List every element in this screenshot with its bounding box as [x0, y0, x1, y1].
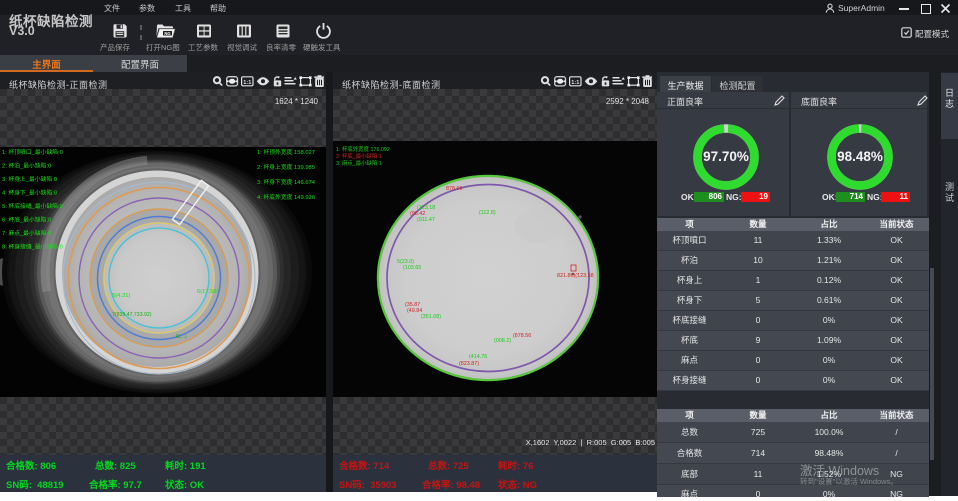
- svg-text:1:1: 1:1: [243, 80, 251, 86]
- svg-text:2: 杯底_最小缺陷 1: 2: 杯底_最小缺陷 1: [336, 152, 382, 160]
- svg-text:(414.76: (414.76: [469, 354, 487, 360]
- svg-text:(008.2): (008.2): [494, 338, 511, 344]
- svg-text:NG: NG: [164, 31, 170, 36]
- svg-text:3: 杯身上_最小缺陷:0: 3: 杯身上_最小缺陷:0: [2, 175, 57, 183]
- svg-text:1:1: 1:1: [571, 80, 579, 86]
- svg-text:1: 杯底外宽度 176.092: 1: 杯底外宽度 176.092: [336, 145, 390, 153]
- svg-text:(112.8): (112.8): [479, 210, 496, 216]
- svg-text:(351.08): (351.08): [421, 314, 441, 320]
- svg-text:7: 麻点_最小缺陷:0: 7: 麻点_最小缺陷:0: [2, 229, 51, 237]
- svg-text:3: 杯身下宽度 146.674: 3: 杯身下宽度 146.674: [257, 178, 316, 186]
- svg-text:(103.65: (103.65: [403, 265, 421, 271]
- svg-text:8(...): 8(...): [176, 334, 187, 340]
- svg-text:(49.84: (49.84: [407, 308, 422, 314]
- svg-text:2: 杯身上宽度 139.985: 2: 杯身上宽度 139.985: [257, 163, 315, 171]
- svg-text:(878.56: (878.56: [513, 333, 531, 339]
- svg-text:6: 杯底_最小缺陷:0: 6: 杯底_最小缺陷:0: [2, 216, 51, 224]
- svg-text:821.86)(123.58: 821.86)(123.58: [557, 273, 594, 279]
- svg-text:(823.87): (823.87): [459, 361, 479, 367]
- svg-text:5(4.31): 5(4.31): [112, 293, 130, 299]
- svg-text:2: 杯泊_最小缺陷:0: 2: 杯泊_最小缺陷:0: [2, 162, 51, 170]
- svg-text:(911.47: (911.47: [417, 217, 435, 223]
- svg-text:8: 杯身接缝_最小缺陷:0: 8: 杯身接缝_最小缺陷:0: [2, 243, 63, 251]
- svg-text:1: 杯顶外宽度 158.027: 1: 杯顶外宽度 158.027: [257, 148, 315, 156]
- svg-text:3: 麻点_最小缺陷 1: 3: 麻点_最小缺陷 1: [336, 159, 382, 167]
- svg-text:7(839.47,733.92): 7(839.47,733.92): [112, 312, 152, 318]
- svg-text:6(17.58): 6(17.58): [197, 289, 219, 295]
- svg-text:878.66: 878.66: [446, 186, 463, 192]
- svg-text:1: 杯顶噴口_最小缺陷:0: 1: 杯顶噴口_最小缺陷:0: [2, 148, 63, 156]
- svg-text:4: 杯底外宽度 149.926: 4: 杯底外宽度 149.926: [257, 193, 315, 201]
- svg-text:5: 杯底接缝_最小缺陷:0: 5: 杯底接缝_最小缺陷:0: [2, 202, 63, 210]
- svg-text:4: 杯身下_最小缺陷:0: 4: 杯身下_最小缺陷:0: [2, 189, 57, 197]
